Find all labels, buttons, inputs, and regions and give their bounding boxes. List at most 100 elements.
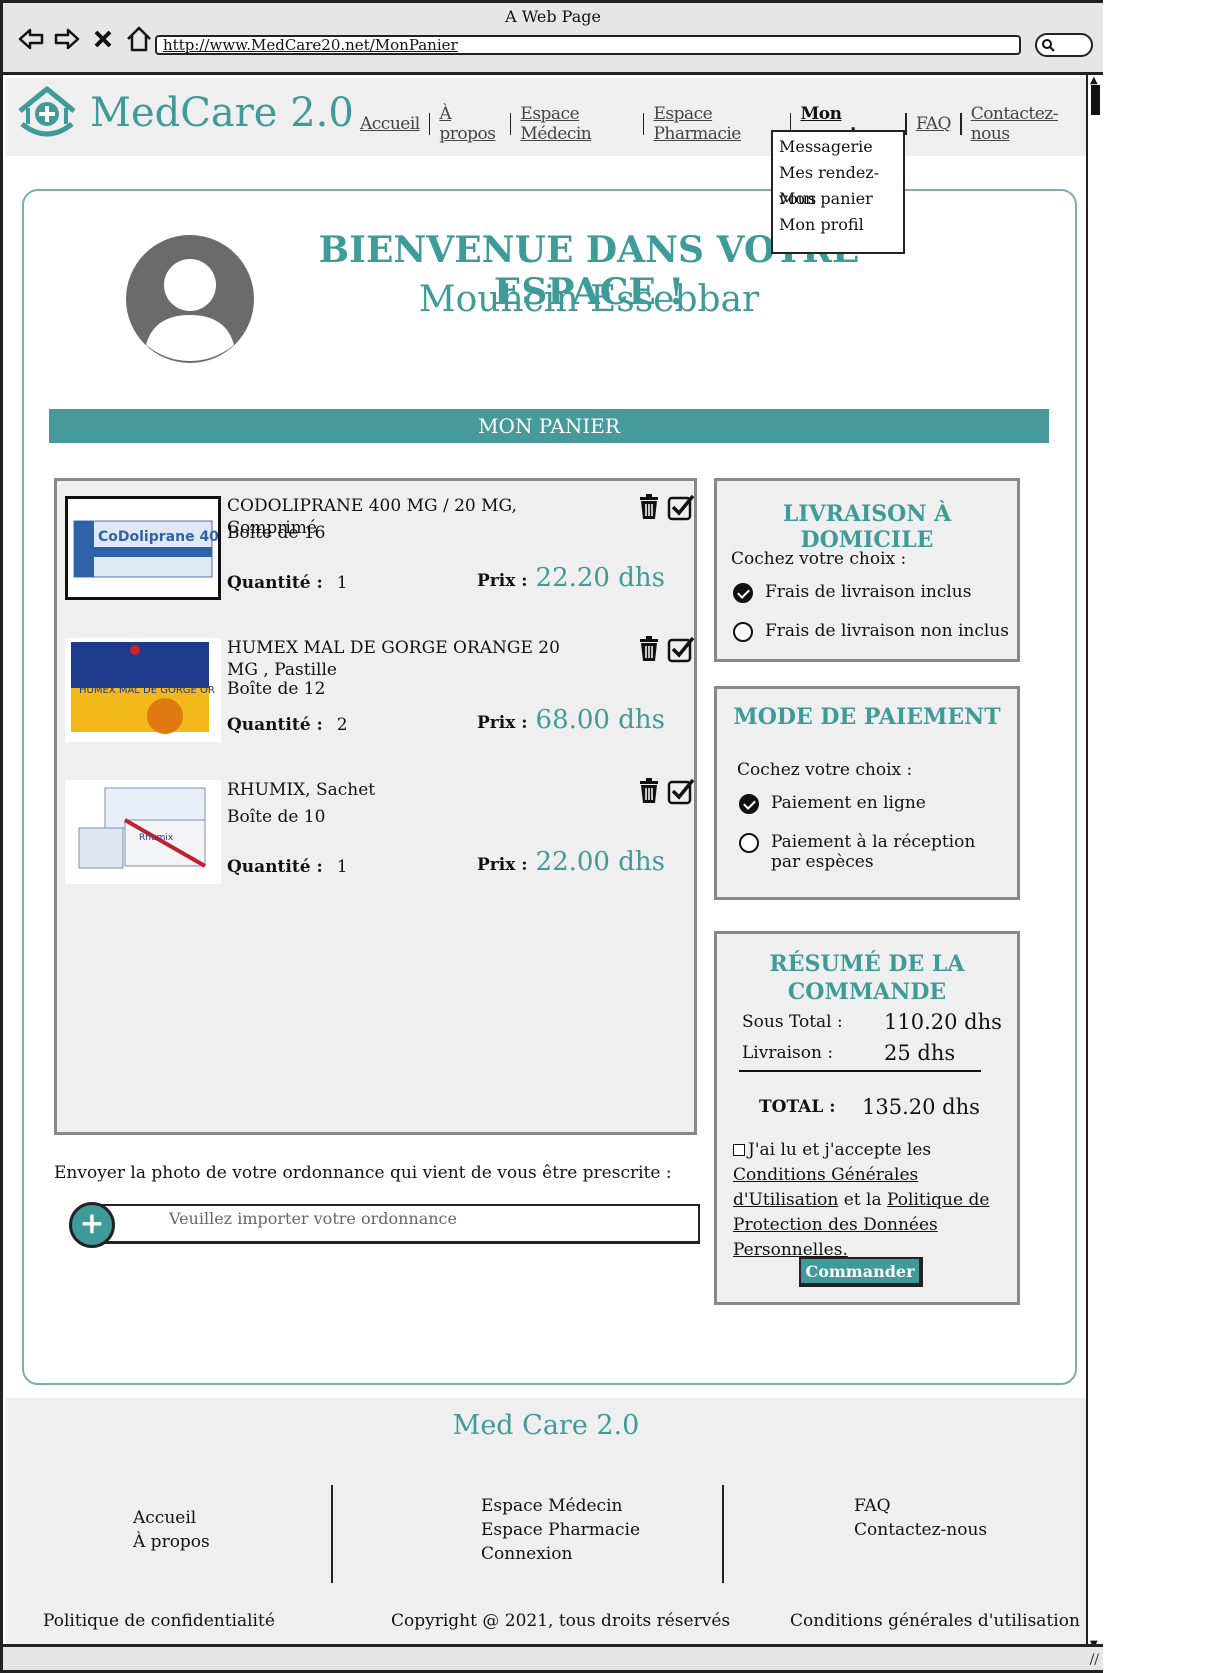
radio-selected-icon[interactable] — [733, 583, 753, 603]
item-actions — [635, 777, 695, 805]
cart-items-list: CoDoliprane 400…20 Adulte CODOLIPRANE 40… — [54, 478, 697, 1135]
item-actions — [635, 635, 695, 663]
footer-brand: Med Care 2.0 — [452, 1410, 640, 1441]
quantity-value[interactable]: 2 — [337, 715, 348, 735]
price-label: Prix : — [477, 713, 528, 733]
browser-toolbar: A Web Page http://www.MedCare20.net/MonP… — [3, 3, 1103, 75]
menu-item-mon-panier[interactable]: Mon panier — [779, 186, 897, 212]
nav-accueil[interactable]: Accueil — [351, 114, 429, 134]
footer-privacy-link[interactable]: Politique de confidentialité — [43, 1611, 275, 1631]
trash-icon[interactable] — [635, 635, 663, 663]
resize-grip-icon[interactable]: // — [1090, 1652, 1099, 1668]
main-navigation: Accueil À propos Espace Médecin Espace P… — [351, 104, 1086, 144]
payment-option-cash[interactable]: Paiement à la réception par espèces — [739, 832, 989, 872]
cart-item: CoDoliprane 400…20 Adulte CODOLIPRANE 40… — [65, 481, 695, 621]
delivery-option-not-included[interactable]: Frais de livraison non inclus — [733, 621, 1009, 642]
order-summary-panel: RÉSUMÉ DE LA COMMANDE Sous Total : 110.2… — [714, 931, 1020, 1305]
quantity-label: Quantité : — [227, 573, 323, 593]
footer-separator — [331, 1485, 333, 1583]
close-icon[interactable] — [89, 25, 117, 53]
site-header: MedCare 2.0 Accueil À propos Espace Méde… — [6, 78, 1086, 156]
product-quantity: Quantité : 2 — [227, 715, 348, 735]
footer-column-1: Accueil À propos — [133, 1506, 210, 1554]
brand-name: MedCare 2.0 — [90, 90, 354, 136]
site-footer: Med Care 2.0 Accueil À propos Espace Méd… — [6, 1398, 1086, 1650]
prescription-upload-input[interactable]: Veuillez importer votre ordonnance — [95, 1204, 700, 1244]
terms-prefix: J'ai lu et j'accepte les — [748, 1140, 932, 1160]
product-image-humex: HUMEX MAL DE GORGE ORANGE — [65, 638, 243, 742]
price-value: 22.00 dhs — [535, 847, 665, 877]
product-box-size: Boîte de 12 — [227, 679, 326, 699]
footer-link-connexion[interactable]: Connexion — [481, 1542, 640, 1566]
nav-espace-pharmacie[interactable]: Espace Pharmacie — [644, 104, 789, 144]
menu-item-mon-profil[interactable]: Mon profil — [779, 212, 897, 238]
product-price: Prix : 22.00 dhs — [477, 847, 665, 877]
footer-terms-link[interactable]: Conditions générales d'utilisation — [790, 1611, 1080, 1631]
humex-box-text: HUMEX MAL DE GORGE ORANGE — [79, 685, 215, 696]
footer-link-contact[interactable]: Contactez-nous — [854, 1518, 987, 1542]
url-bar[interactable]: http://www.MedCare20.net/MonPanier — [155, 35, 1021, 55]
delivery-prompt: Cochez votre choix : — [731, 549, 907, 569]
product-image-rhumix: Rhumix — [65, 780, 221, 884]
footer-link-accueil[interactable]: Accueil — [133, 1506, 210, 1530]
product-quantity: Quantité : 1 — [227, 857, 348, 877]
footer-link-espace-pharmacie[interactable]: Espace Pharmacie — [481, 1518, 640, 1542]
payment-panel: MODE DE PAIEMENT Cochez votre choix : Pa… — [714, 686, 1020, 900]
quantity-value[interactable]: 1 — [337, 573, 348, 593]
vertical-scrollbar[interactable]: ▲ ▼ — [1086, 75, 1103, 1650]
footer-separator — [722, 1485, 724, 1583]
delivery-fee-label: Livraison : — [742, 1043, 834, 1063]
checkbox-checked-icon[interactable] — [667, 777, 695, 805]
forward-arrow-icon[interactable] — [53, 25, 81, 53]
nav-espace-medecin[interactable]: Espace Médecin — [511, 104, 642, 144]
menu-item-messagerie[interactable]: Messagerie — [779, 134, 897, 160]
summary-title: RÉSUMÉ DE LA COMMANDE — [769, 951, 965, 1005]
codoliprane-box-text: CoDoliprane 400…20 Adulte — [98, 529, 218, 545]
checkbox-checked-icon[interactable] — [667, 493, 695, 521]
payment-option-online[interactable]: Paiement en ligne — [739, 793, 926, 814]
nav-a-propos[interactable]: À propos — [430, 104, 509, 144]
nav-contactez-nous[interactable]: Contactez-nous — [962, 104, 1086, 144]
user-name: Mouhcin Essebbar — [418, 279, 760, 320]
menu-item-rendez-vous[interactable]: Mes rendez-vous — [779, 160, 897, 208]
rhumix-box-text: Rhumix — [139, 833, 174, 843]
radio-unselected-icon[interactable] — [739, 833, 759, 853]
quantity-value[interactable]: 1 — [337, 857, 348, 877]
delivery-fee-value: 25 dhs — [884, 1041, 956, 1065]
total-label: TOTAL : — [759, 1097, 836, 1117]
account-dropdown-menu: Messagerie Mes rendez-vous Mon panier Mo… — [771, 130, 905, 254]
search-icon — [1042, 39, 1055, 52]
product-box-size: Boîte de 10 — [227, 807, 326, 827]
window-title: A Web Page — [505, 7, 601, 26]
delivery-option-included[interactable]: Frais de livraison inclus — [733, 582, 971, 603]
terms-checkbox[interactable] — [733, 1144, 745, 1156]
home-icon[interactable] — [125, 25, 153, 53]
price-label: Prix : — [477, 571, 528, 591]
product-box-size: Boîte de 16 — [227, 523, 326, 543]
checkbox-checked-icon[interactable] — [667, 635, 695, 663]
subtotal-value: 110.20 dhs — [884, 1010, 1002, 1034]
site-logo[interactable]: MedCare 2.0 — [14, 84, 354, 142]
footer-link-faq[interactable]: FAQ — [854, 1494, 987, 1518]
nav-faq[interactable]: FAQ — [907, 114, 960, 134]
humex-box-image: HUMEX MAL DE GORGE ORANGE — [71, 642, 243, 734]
quantity-label: Quantité : — [227, 715, 323, 735]
scroll-thumb[interactable] — [1091, 85, 1100, 115]
order-button[interactable]: Commander — [799, 1257, 923, 1287]
radio-unselected-icon[interactable] — [733, 622, 753, 642]
trash-icon[interactable] — [635, 777, 663, 805]
cart-item: HUMEX MAL DE GORGE ORANGE HUMEX MAL DE G… — [65, 623, 695, 763]
price-value: 68.00 dhs — [535, 705, 665, 735]
add-prescription-button[interactable]: + — [69, 1202, 115, 1248]
back-arrow-icon[interactable] — [17, 25, 45, 53]
cart-section-title: MON PANIER — [49, 409, 1049, 443]
radio-selected-icon[interactable] — [739, 794, 759, 814]
footer-link-a-propos[interactable]: À propos — [133, 1530, 210, 1554]
delivery-option-label: Frais de livraison inclus — [765, 582, 972, 602]
payment-title: MODE DE PAIEMENT — [733, 704, 1001, 730]
trash-icon[interactable] — [635, 493, 663, 521]
price-value: 22.20 dhs — [535, 563, 665, 593]
browser-search-input[interactable] — [1035, 33, 1093, 57]
footer-link-espace-medecin[interactable]: Espace Médecin — [481, 1494, 640, 1518]
browser-status-bar: // — [3, 1644, 1103, 1670]
